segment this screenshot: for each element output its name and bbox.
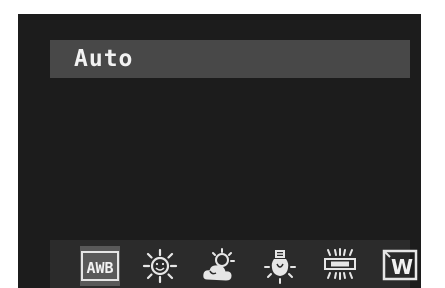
mode-title-bar: Auto <box>50 40 410 78</box>
svg-text:AWB: AWB <box>86 259 113 277</box>
daylight-sun-icon <box>142 248 178 284</box>
white-balance-selector: AWB W <box>50 240 418 288</box>
cloudy-icon <box>203 248 235 281</box>
tungsten-bulb-icon <box>264 250 296 284</box>
fluorescent-icon <box>324 248 356 280</box>
wb-option-daylight[interactable] <box>140 246 180 286</box>
svg-text:W: W <box>391 255 413 279</box>
auto-white-balance-icon: AWB <box>81 251 119 281</box>
wb-option-tungsten[interactable] <box>260 246 300 286</box>
camera-lcd-screen: Auto AWB W <box>18 14 421 288</box>
wb-option-custom[interactable]: W <box>380 246 420 286</box>
wb-option-cloudy[interactable] <box>200 246 240 286</box>
custom-white-icon: W <box>382 249 418 281</box>
wb-option-fluorescent[interactable] <box>320 246 360 286</box>
mode-label: Auto <box>74 46 134 72</box>
wb-option-auto[interactable]: AWB <box>80 246 120 286</box>
